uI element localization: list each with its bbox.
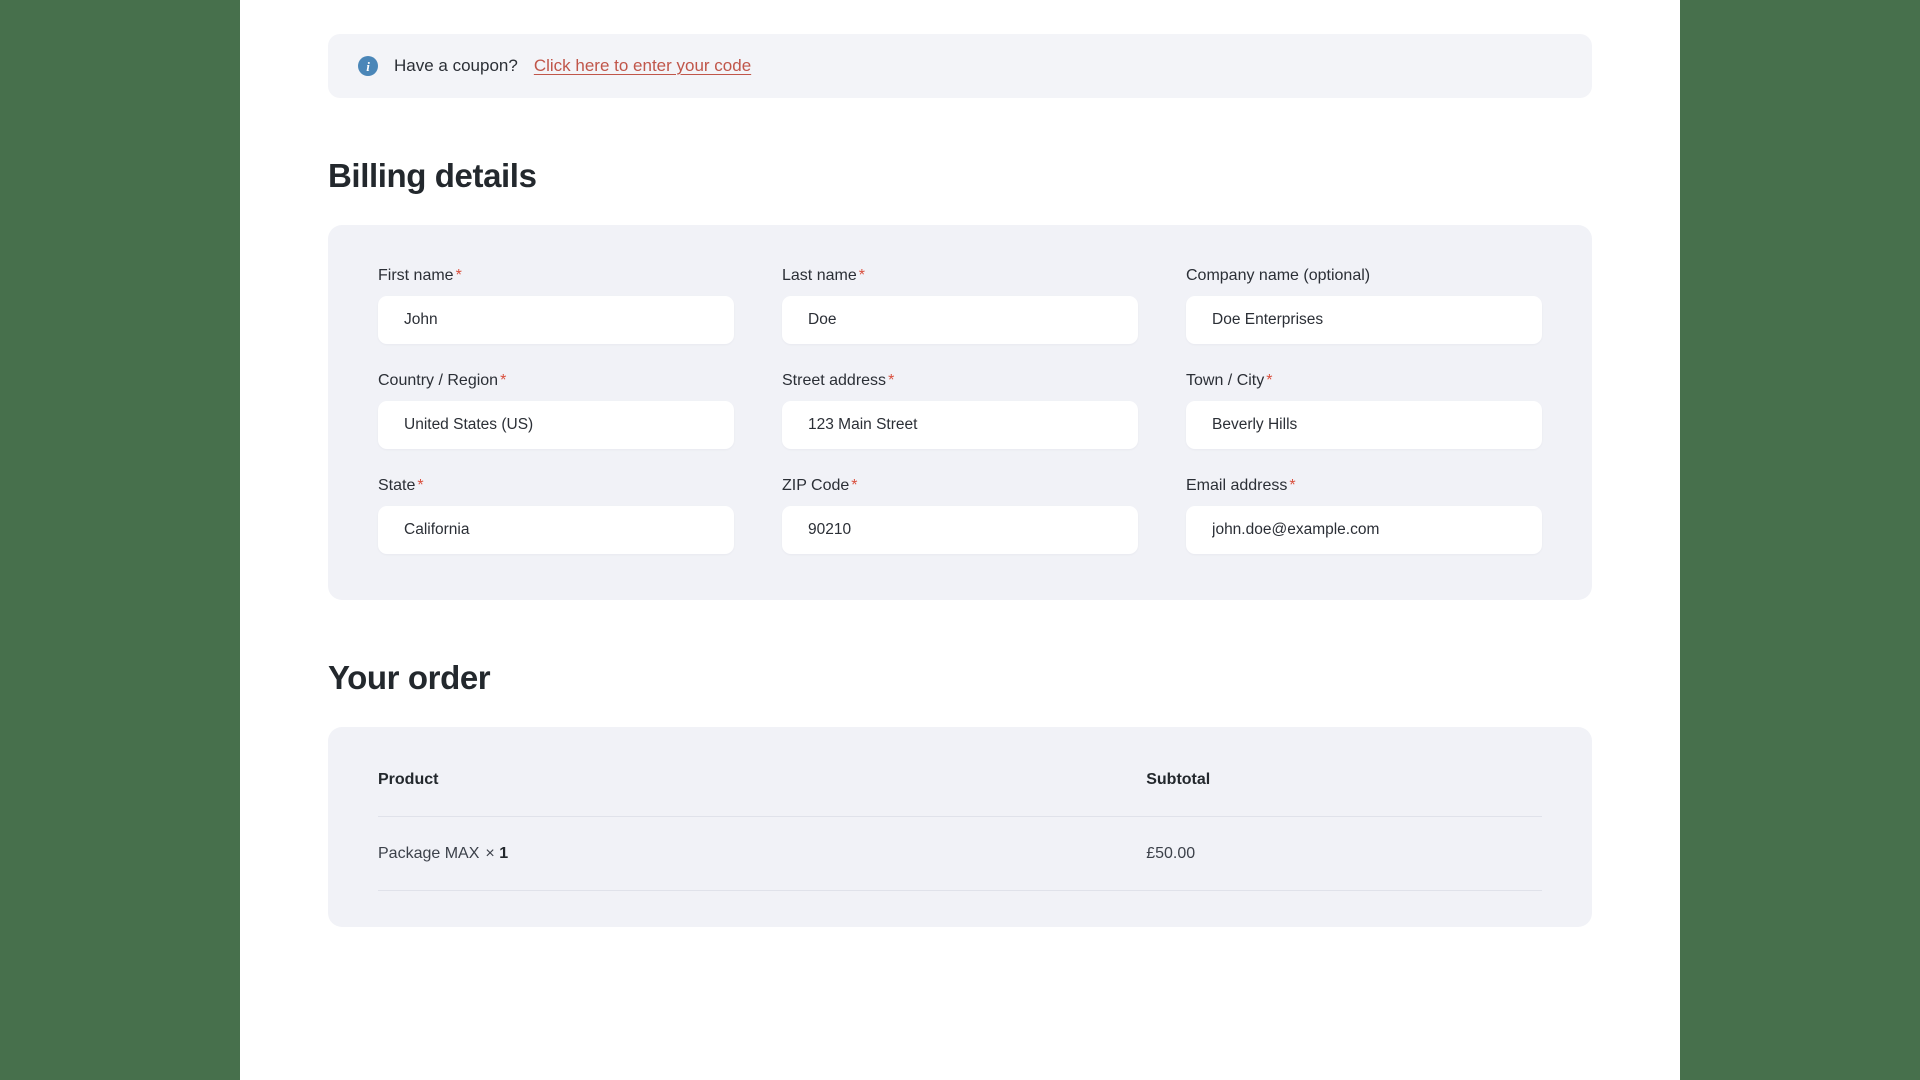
order-item-quantity-symbol: ×	[485, 845, 495, 862]
required-marker: *	[851, 477, 858, 494]
required-marker: *	[1266, 372, 1273, 389]
billing-form-grid: First name* Last name* Company name (opt…	[378, 267, 1542, 554]
order-item-subtotal-cell: £50.00	[1146, 816, 1542, 891]
label-country-region: Country / Region *	[378, 372, 734, 390]
info-icon: i	[358, 56, 378, 76]
label-state: State *	[378, 477, 734, 495]
label-state-text: State	[378, 477, 416, 494]
label-street-address: Street address *	[782, 372, 1138, 390]
order-summary-panel: Product Subtotal Package MAX × 1 £50.00	[328, 727, 1592, 927]
field-state: State *	[378, 477, 734, 554]
field-street-address: Street address *	[782, 372, 1138, 449]
required-marker: *	[1289, 477, 1296, 494]
field-town-city: Town / City *	[1186, 372, 1542, 449]
your-order-heading: Your order	[328, 659, 491, 696]
label-last-name-text: Last name	[782, 267, 857, 284]
order-table-body: Package MAX × 1 £50.00	[378, 816, 1542, 891]
coupon-prompt-label: Have a coupon?	[394, 56, 518, 75]
field-first-name: First name *	[378, 267, 734, 344]
order-summary-table: Product Subtotal Package MAX × 1 £50.00	[378, 771, 1542, 891]
billing-details-heading: Billing details	[328, 157, 537, 194]
first-name-input[interactable]	[378, 296, 734, 344]
label-first-name-text: First name	[378, 267, 454, 284]
field-last-name: Last name *	[782, 267, 1138, 344]
field-email-address: Email address *	[1186, 477, 1542, 554]
label-town-city: Town / City *	[1186, 372, 1542, 390]
required-marker: *	[455, 267, 462, 284]
label-street-address-text: Street address	[782, 372, 887, 389]
label-last-name: Last name *	[782, 267, 1138, 285]
required-marker: *	[417, 477, 424, 494]
checkout-content-column: i Have a coupon? Click here to enter you…	[240, 0, 1680, 1080]
order-item-product-cell: Package MAX × 1	[378, 816, 1147, 891]
order-table-head: Product Subtotal	[378, 771, 1542, 817]
page-background: i Have a coupon? Click here to enter you…	[0, 0, 1920, 1080]
state-select[interactable]	[378, 506, 734, 554]
table-row: Package MAX × 1 £50.00	[378, 816, 1542, 891]
order-item-quantity: 1	[499, 845, 509, 862]
column-header-subtotal: Subtotal	[1146, 771, 1542, 817]
order-table-header-row: Product Subtotal	[378, 771, 1542, 817]
field-company-name: Company name (optional)	[1186, 267, 1542, 344]
coupon-notice: i Have a coupon? Click here to enter you…	[328, 34, 1592, 98]
country-region-select[interactable]	[378, 401, 734, 449]
town-city-input[interactable]	[1186, 401, 1542, 449]
field-country-region: Country / Region *	[378, 372, 734, 449]
label-company-name: Company name (optional)	[1186, 267, 1542, 285]
street-address-input[interactable]	[782, 401, 1138, 449]
label-country-region-text: Country / Region	[378, 372, 499, 389]
zip-code-input[interactable]	[782, 506, 1138, 554]
coupon-enter-code-link[interactable]: Click here to enter your code	[534, 56, 751, 76]
label-town-city-text: Town / City	[1186, 372, 1265, 389]
required-marker: *	[888, 372, 895, 389]
checkout-inner-wrapper: i Have a coupon? Click here to enter you…	[328, 0, 1592, 927]
label-email-address-text: Email address	[1186, 477, 1288, 494]
order-item-name: Package MAX	[378, 845, 480, 862]
last-name-input[interactable]	[782, 296, 1138, 344]
billing-details-panel: First name* Last name* Company name (opt…	[328, 225, 1592, 600]
label-company-name-text: Company name (optional)	[1186, 267, 1371, 284]
company-name-input[interactable]	[1186, 296, 1542, 344]
label-email-address: Email address *	[1186, 477, 1542, 495]
label-zip-code: ZIP Code *	[782, 477, 1138, 495]
column-header-product: Product	[378, 771, 1147, 817]
label-zip-code-text: ZIP Code	[782, 477, 850, 494]
email-address-input[interactable]	[1186, 506, 1542, 554]
field-zip-code: ZIP Code *	[782, 477, 1138, 554]
label-first-name: First name *	[378, 267, 734, 285]
required-marker: *	[500, 372, 507, 389]
required-marker: *	[858, 267, 865, 284]
